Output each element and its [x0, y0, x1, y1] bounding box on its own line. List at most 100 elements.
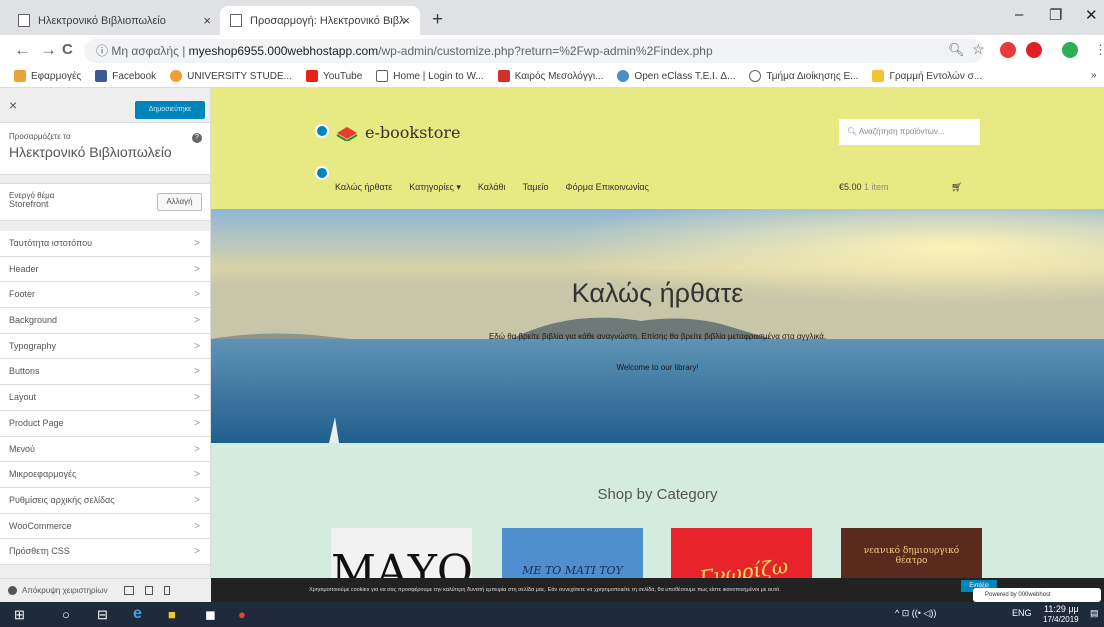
bookmark-apps[interactable]: Εφαρμογές	[14, 70, 81, 82]
edit-shortcut-icon[interactable]	[315, 124, 329, 138]
store-icon[interactable]: ◼	[205, 607, 216, 623]
bookmark-university[interactable]: UNIVERSITY STUDE...	[170, 70, 292, 82]
close-tab-icon[interactable]: ×	[402, 13, 410, 28]
close-tab-icon[interactable]: ×	[203, 13, 211, 28]
youtube-icon	[306, 70, 318, 82]
clock-date[interactable]: 17/4/2019	[1043, 615, 1079, 624]
nav-cart[interactable]: Καλάθι	[478, 182, 506, 193]
menu-typography[interactable]: Typography >	[0, 333, 210, 360]
product-search-input[interactable]: 🔍︎ Αναζήτηση προϊόντων...	[839, 119, 980, 145]
menu-woocommerce[interactable]: WooCommerce >	[0, 513, 210, 540]
bookmark-department[interactable]: Τμήμα Διοίκησης Ε...	[749, 70, 858, 82]
opera-icon[interactable]	[1000, 42, 1016, 58]
minimize-icon[interactable]: –	[1015, 6, 1023, 23]
bookmark-terminal[interactable]: Γραμμή Εντολών σ...	[872, 70, 982, 82]
star-icon[interactable]: ☆	[972, 41, 985, 58]
file-explorer-icon[interactable]: ■	[168, 607, 176, 622]
chrome-icon[interactable]: ●	[238, 607, 246, 622]
search-icon: 🔍︎	[847, 127, 859, 136]
bookmark-facebook[interactable]: Facebook	[95, 70, 156, 82]
search-icon[interactable]: ○	[62, 607, 70, 622]
security-indicator[interactable]: ⓘ Μη ασφαλής	[96, 44, 179, 58]
zoom-icon[interactable]: 🔍︎	[948, 41, 965, 58]
windows-start-icon[interactable]: ⊞	[14, 607, 25, 623]
bookmark-label: UNIVERSITY STUDE...	[187, 70, 292, 82]
header-cart[interactable]: €5.00 1 item 🛒︎	[839, 182, 963, 193]
adblock-icon[interactable]	[1026, 42, 1042, 58]
menu-menus[interactable]: Μενού >	[0, 436, 210, 463]
chevron-right-icon: >	[194, 546, 200, 558]
menu-label: Layout	[9, 392, 37, 403]
hide-controls-icon[interactable]	[8, 586, 17, 595]
menu-footer[interactable]: Footer >	[0, 282, 210, 309]
menu-widgets[interactable]: Μικροεφαρμογές >	[0, 462, 210, 488]
menu-layout[interactable]: Layout >	[0, 385, 210, 411]
menu-label: Μικροεφαρμογές	[9, 469, 77, 480]
apps-icon	[14, 70, 26, 82]
desktop-preview-icon[interactable]	[123, 586, 134, 595]
maximize-icon[interactable]: ❐	[1049, 6, 1062, 24]
nav-checkout[interactable]: Ταμείο	[523, 182, 549, 193]
url-path: /wp-admin/customize.php?return=%2Fwp-adm…	[378, 44, 713, 58]
bookmark-home[interactable]: Home | Login to W...	[376, 70, 484, 82]
bookmarks-more[interactable]: »	[1091, 70, 1097, 81]
hero-subtitle: Εδώ θα βρείτε βιβλία για κάθε αναγνώστη.…	[488, 332, 827, 341]
university-icon	[170, 70, 183, 82]
menu-label: Μενού	[9, 443, 35, 454]
close-window-icon[interactable]: ✕	[1085, 6, 1098, 24]
task-view-icon[interactable]: ⊟	[97, 607, 108, 623]
language-indicator[interactable]: ENG	[1012, 608, 1032, 618]
customizer-header: × Δημοσιεύτηκε	[0, 88, 210, 123]
bookmark-youtube[interactable]: YouTube	[306, 70, 362, 82]
bookmarks-bar: Εφαρμογές Facebook UNIVERSITY STUDE... Y…	[0, 65, 1104, 88]
notifications-icon[interactable]: ▤	[1090, 608, 1099, 619]
back-icon[interactable]: ←	[14, 41, 31, 58]
new-tab-button[interactable]: +	[432, 9, 443, 31]
bookmark-eclass[interactable]: Open eClass T.E.I. Δ...	[617, 70, 735, 82]
menu-product-page[interactable]: Product Page >	[0, 410, 210, 437]
tablet-preview-icon[interactable]	[144, 586, 153, 595]
menu-header[interactable]: Header >	[0, 256, 210, 283]
site-header: e-bookstore 🔍︎ Αναζήτηση προϊόντων... Κα…	[211, 88, 1104, 209]
menu-site-identity[interactable]: Ταυτότητα ιστοτόπου >	[0, 231, 210, 257]
tab-bookstore[interactable]: Ηλεκτρονικό Βιβλιοπωλείο ×	[8, 6, 221, 35]
site-logo[interactable]: e-bookstore	[336, 123, 460, 142]
menu-homepage-settings[interactable]: Ρυθμίσεις αρχικής σελίδας >	[0, 487, 210, 514]
bookmark-label: Καιρός Μεσολόγγι...	[514, 70, 604, 82]
system-tray-icons[interactable]: ^ ⊡ ((• ◁))	[895, 608, 936, 619]
edit-menu-icon[interactable]	[315, 166, 329, 180]
facebook-icon	[95, 70, 108, 82]
nav-contact[interactable]: Φόρμα Επικοινωνίας	[565, 182, 648, 193]
menu-label: WooCommerce	[9, 520, 72, 531]
nav-categories[interactable]: Κατηγορίες ▾	[409, 182, 461, 193]
bookmark-weather[interactable]: Καιρός Μεσολόγγι...	[497, 70, 604, 82]
bookmark-label: YouTube	[323, 70, 363, 82]
address-bar[interactable]: ⓘ Μη ασφαλής | myeshop6955.000webhostapp…	[84, 39, 984, 63]
close-icon[interactable]: ×	[9, 97, 17, 113]
powered-by-badge[interactable]: Powered by 000webhost	[973, 588, 1101, 602]
chevron-right-icon: >	[194, 315, 200, 327]
site-preview: e-bookstore 🔍︎ Αναζήτηση προϊόντων... Κα…	[211, 88, 1104, 602]
customizer-panel: × Δημοσιεύτηκε Προσαρμόζετε το Ηλεκτρονι…	[0, 88, 211, 602]
edge-icon[interactable]: e	[133, 605, 142, 623]
nav-welcome[interactable]: Καλώς ήρθατε	[335, 182, 392, 193]
change-theme-button[interactable]: Αλλαγή	[157, 193, 202, 211]
forward-icon[interactable]: →	[40, 41, 57, 58]
bookmark-label: Γραμμή Εντολών σ...	[889, 70, 983, 82]
mobile-preview-icon[interactable]	[163, 586, 170, 595]
clock-time[interactable]: 11:29 μμ	[1044, 604, 1079, 614]
hide-controls-label[interactable]: Απόκρυψη χειριστηρίων	[22, 586, 108, 595]
browser-menu-icon[interactable]: ⋮	[1094, 41, 1104, 58]
chevron-right-icon: >	[194, 469, 200, 481]
publish-button[interactable]: Δημοσιεύτηκε	[135, 101, 205, 119]
menu-buttons[interactable]: Buttons >	[0, 359, 210, 386]
help-icon[interactable]: ?	[192, 133, 202, 143]
hero-welcome: Welcome to our library!	[616, 363, 699, 372]
tab-customize[interactable]: Προσαρμογή: Ηλεκτρονικό Βιβλ ×	[220, 6, 420, 35]
menu-additional-css[interactable]: Πρόσθετη CSS >	[0, 539, 210, 565]
profile-avatar[interactable]	[1062, 42, 1078, 58]
menu-background[interactable]: Background >	[0, 308, 210, 334]
chevron-right-icon: >	[194, 417, 200, 429]
reload-icon[interactable]: C	[62, 41, 73, 58]
address-separator: |	[182, 44, 186, 58]
